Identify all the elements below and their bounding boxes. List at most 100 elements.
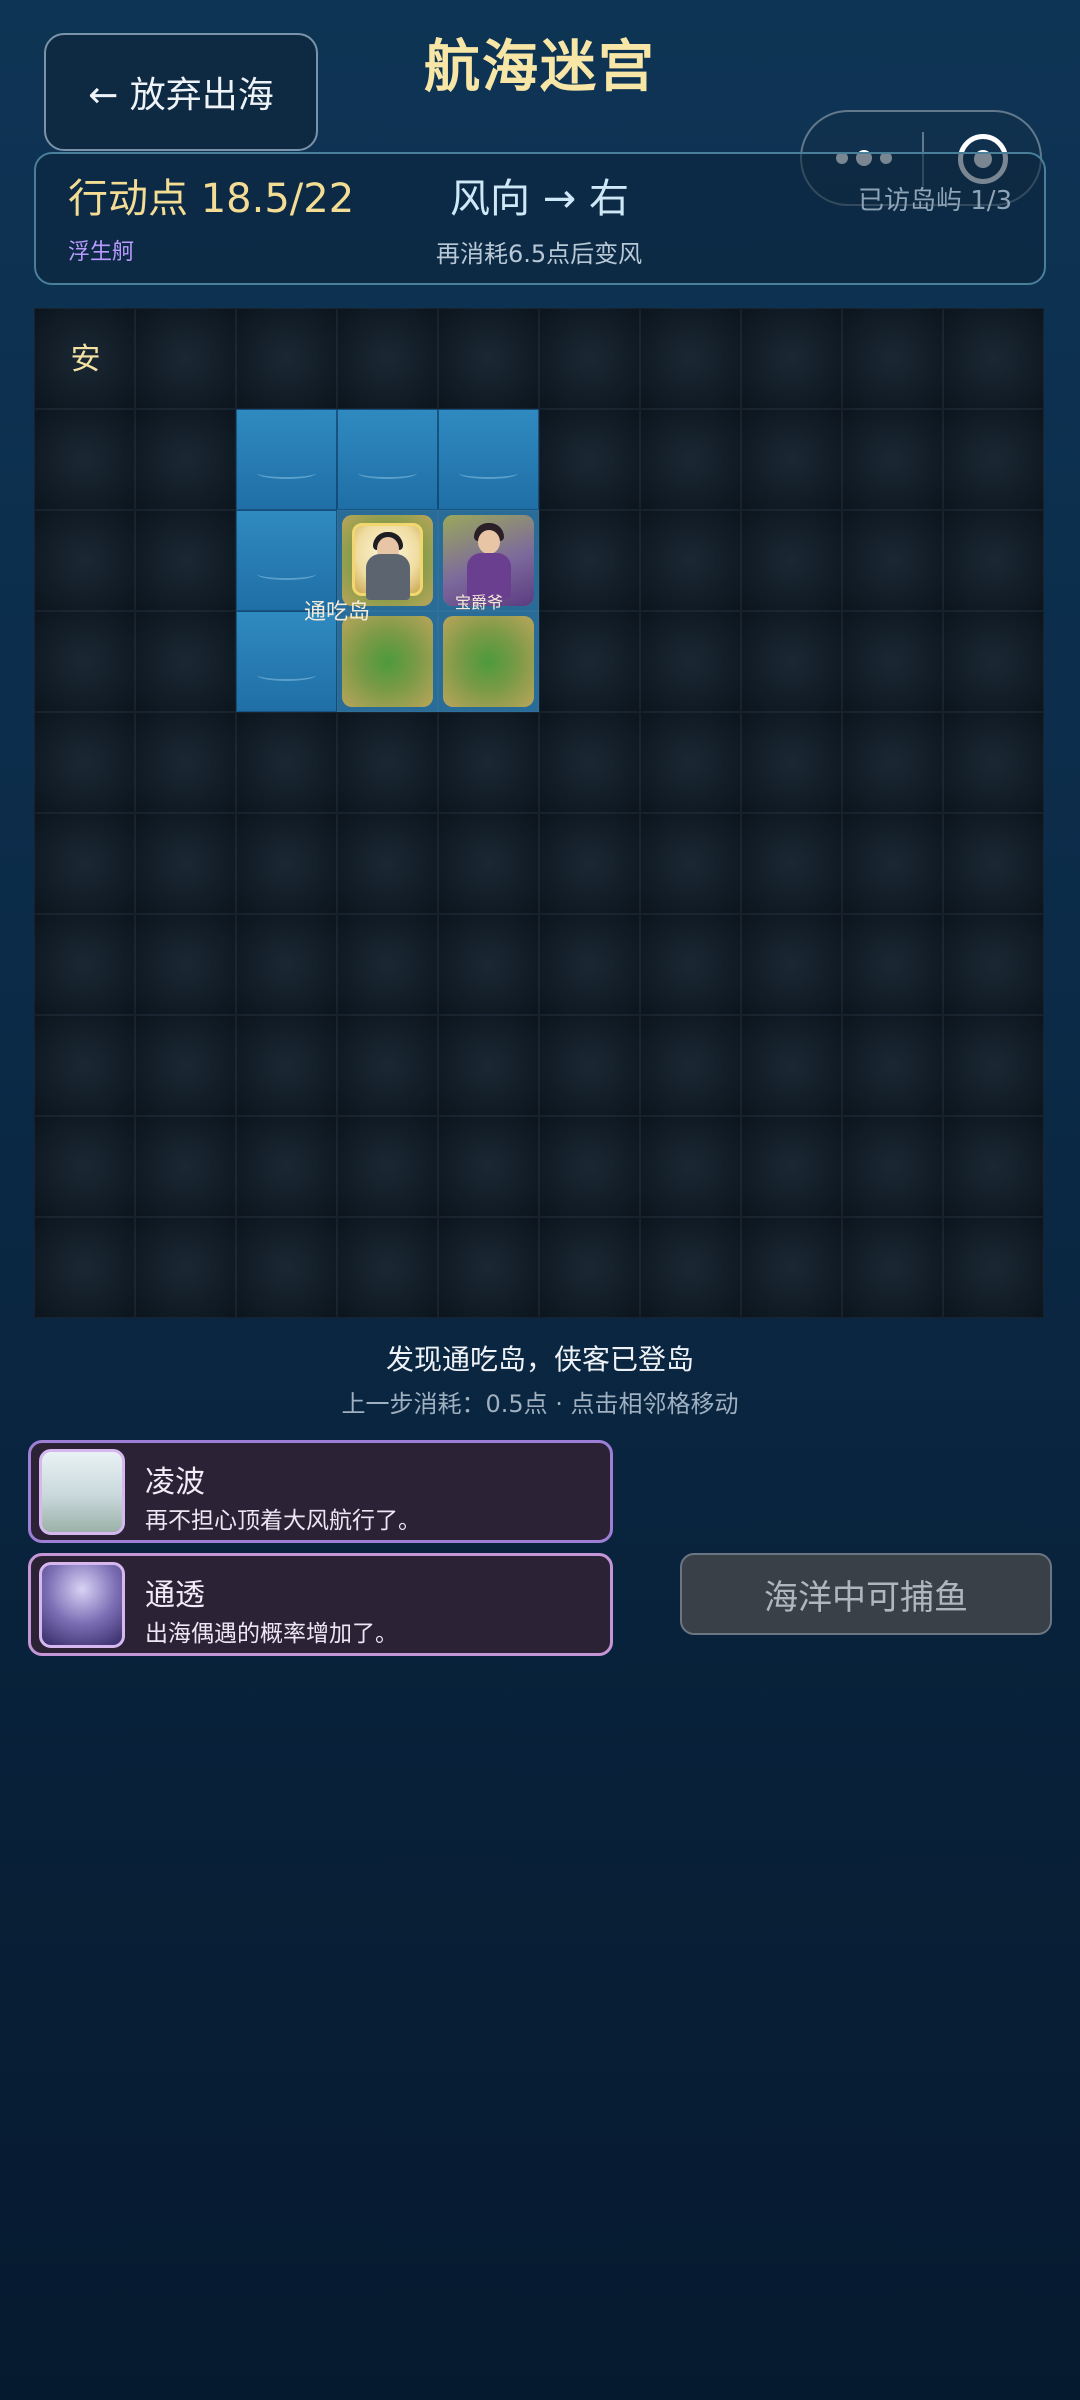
- fog-cell[interactable]: [135, 813, 236, 914]
- fog-cell[interactable]: [34, 510, 135, 611]
- fog-cell[interactable]: [943, 611, 1044, 712]
- fog-cell[interactable]: [236, 813, 337, 914]
- fog-cell[interactable]: [135, 308, 236, 409]
- fog-cell[interactable]: [236, 308, 337, 409]
- fog-cell[interactable]: [842, 611, 943, 712]
- fog-cell[interactable]: [842, 409, 943, 510]
- fog-cell[interactable]: [842, 308, 943, 409]
- fog-cell[interactable]: [640, 409, 741, 510]
- island-cell[interactable]: [438, 611, 539, 712]
- island-cell[interactable]: [337, 611, 438, 712]
- fog-cell[interactable]: [438, 308, 539, 409]
- fog-cell[interactable]: [640, 813, 741, 914]
- sea-cell[interactable]: [438, 409, 539, 510]
- fog-cell[interactable]: [236, 712, 337, 813]
- fog-cell[interactable]: [741, 813, 842, 914]
- fog-cell[interactable]: [943, 1015, 1044, 1116]
- fog-cell[interactable]: [943, 712, 1044, 813]
- fog-cell[interactable]: [539, 308, 640, 409]
- fog-cell[interactable]: [337, 1217, 438, 1318]
- fog-cell[interactable]: [842, 914, 943, 1015]
- fog-cell[interactable]: [438, 813, 539, 914]
- fog-cell[interactable]: [135, 914, 236, 1015]
- fog-cell[interactable]: [135, 1217, 236, 1318]
- fog-cell[interactable]: [34, 409, 135, 510]
- fog-cell[interactable]: [539, 914, 640, 1015]
- fog-cell[interactable]: [236, 1116, 337, 1217]
- fog-cell[interactable]: [539, 813, 640, 914]
- fog-cell[interactable]: [943, 914, 1044, 1015]
- safe-cell[interactable]: 安: [34, 308, 135, 409]
- fog-cell[interactable]: [34, 1116, 135, 1217]
- fog-cell[interactable]: [943, 1217, 1044, 1318]
- fog-cell[interactable]: [337, 1015, 438, 1116]
- fog-cell[interactable]: [943, 510, 1044, 611]
- fog-cell[interactable]: [337, 1116, 438, 1217]
- fog-cell[interactable]: [236, 914, 337, 1015]
- fog-cell[interactable]: [640, 1217, 741, 1318]
- fog-cell[interactable]: [337, 813, 438, 914]
- fog-cell[interactable]: [539, 409, 640, 510]
- fog-cell[interactable]: [640, 712, 741, 813]
- fog-cell[interactable]: [34, 611, 135, 712]
- fog-cell[interactable]: [842, 1217, 943, 1318]
- sea-cell[interactable]: [337, 409, 438, 510]
- fog-cell[interactable]: [741, 611, 842, 712]
- fog-cell[interactable]: [842, 712, 943, 813]
- sea-cell[interactable]: [236, 611, 337, 712]
- fog-cell[interactable]: [539, 1217, 640, 1318]
- fog-cell[interactable]: [438, 1217, 539, 1318]
- fog-cell[interactable]: [640, 510, 741, 611]
- fog-cell[interactable]: [539, 1015, 640, 1116]
- fog-cell[interactable]: [236, 1217, 337, 1318]
- fog-cell[interactable]: [337, 712, 438, 813]
- fog-cell[interactable]: [539, 510, 640, 611]
- fog-cell[interactable]: [135, 611, 236, 712]
- fog-cell[interactable]: [741, 510, 842, 611]
- npc-cell[interactable]: 宝爵爷: [438, 510, 539, 612]
- fog-cell[interactable]: [135, 1015, 236, 1116]
- fog-cell[interactable]: [842, 1015, 943, 1116]
- fog-cell[interactable]: [842, 1116, 943, 1217]
- fog-cell[interactable]: [741, 308, 842, 409]
- fog-cell[interactable]: [438, 712, 539, 813]
- fog-cell[interactable]: [438, 914, 539, 1015]
- abandon-voyage-button[interactable]: ← 放弃出海: [44, 33, 318, 151]
- fog-cell[interactable]: [34, 813, 135, 914]
- fog-cell[interactable]: [943, 1116, 1044, 1217]
- fog-cell[interactable]: [539, 1116, 640, 1217]
- fog-cell[interactable]: [135, 510, 236, 611]
- fog-cell[interactable]: [438, 1015, 539, 1116]
- fog-cell[interactable]: [741, 1217, 842, 1318]
- fog-cell[interactable]: [539, 712, 640, 813]
- fog-cell[interactable]: [842, 510, 943, 611]
- fog-cell[interactable]: [741, 409, 842, 510]
- fog-cell[interactable]: [135, 409, 236, 510]
- fog-cell[interactable]: [640, 1116, 741, 1217]
- fog-cell[interactable]: [640, 1015, 741, 1116]
- fog-cell[interactable]: [34, 1015, 135, 1116]
- fog-cell[interactable]: [34, 712, 135, 813]
- fog-cell[interactable]: [943, 409, 1044, 510]
- fog-cell[interactable]: [640, 308, 741, 409]
- fog-cell[interactable]: [741, 914, 842, 1015]
- fog-cell[interactable]: [135, 712, 236, 813]
- fishing-button[interactable]: 海洋中可捕鱼: [680, 1553, 1052, 1635]
- fog-cell[interactable]: [741, 712, 842, 813]
- fog-cell[interactable]: [842, 813, 943, 914]
- fog-cell[interactable]: [741, 1015, 842, 1116]
- fog-cell[interactable]: [943, 813, 1044, 914]
- fog-cell[interactable]: [337, 914, 438, 1015]
- fog-cell[interactable]: [135, 1116, 236, 1217]
- sea-cell[interactable]: [236, 409, 337, 510]
- fog-cell[interactable]: [34, 1217, 135, 1318]
- fog-cell[interactable]: [236, 1015, 337, 1116]
- fog-cell[interactable]: [640, 914, 741, 1015]
- fog-cell[interactable]: [640, 611, 741, 712]
- fog-cell[interactable]: [337, 308, 438, 409]
- fog-cell[interactable]: [34, 914, 135, 1015]
- fog-cell[interactable]: [539, 611, 640, 712]
- fog-cell[interactable]: [438, 1116, 539, 1217]
- fog-cell[interactable]: [741, 1116, 842, 1217]
- fog-cell[interactable]: [943, 308, 1044, 409]
